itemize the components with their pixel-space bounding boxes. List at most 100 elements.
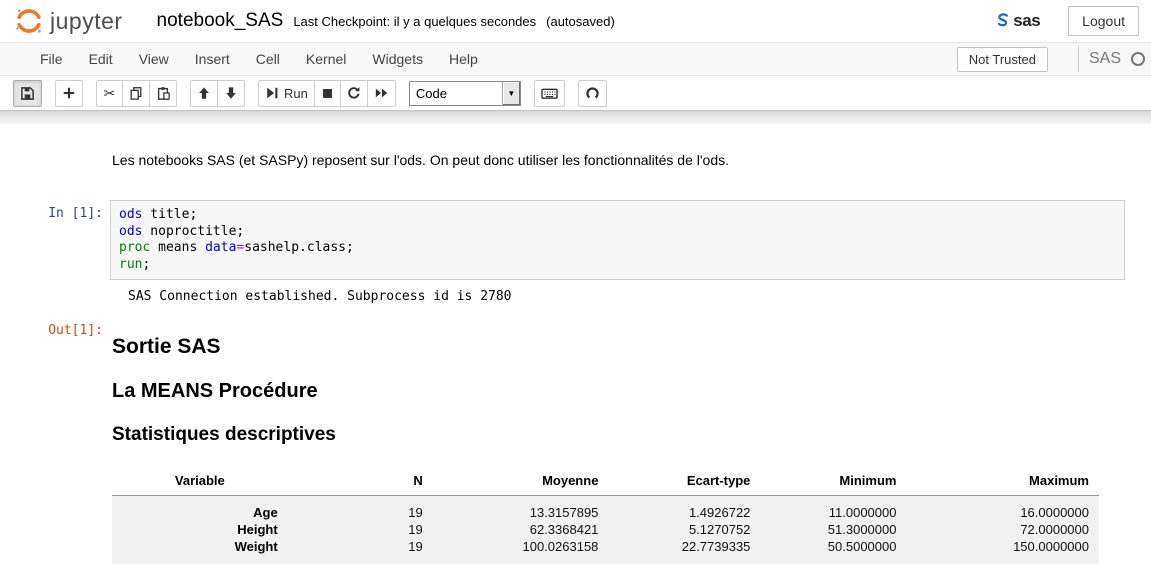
kernel-idle-icon [1131, 52, 1145, 66]
interrupt-kernel-button[interactable] [314, 80, 341, 107]
column-header-maximum: Maximum [906, 469, 1099, 496]
cell-value: 5.1270752 [608, 521, 760, 538]
row-label: Height [112, 521, 288, 538]
command-palette-button[interactable] [534, 80, 565, 107]
jupyter-logo-icon [14, 6, 44, 36]
sas-heading-1: La MEANS Procédure [112, 380, 1125, 403]
restart-kernel-icon [347, 86, 361, 100]
run-cell-button[interactable]: Run [258, 80, 315, 107]
run-button-label: Run [284, 86, 308, 101]
column-header-ecart-type: Ecart-type [608, 469, 760, 496]
cell-value: 100.0263158 [433, 538, 609, 564]
code-input-area[interactable]: ods title;ods noproctitle;proc means dat… [110, 200, 1125, 280]
not-trusted-button[interactable]: Not Trusted [957, 47, 1048, 72]
markdown-cell[interactable]: Les notebooks SAS (et SASPy) reposent su… [112, 152, 1125, 168]
output-cell: Out[1]: Sortie SAS La MEANS Procédure Stat… [0, 320, 1151, 564]
select-arrow-box: ▼ [502, 82, 520, 105]
cell-value: 51.3000000 [760, 521, 906, 538]
autosave-status: (autosaved) [546, 14, 615, 29]
menu-item-kernel[interactable]: Kernel [293, 51, 359, 67]
restart-kernel-button[interactable] [340, 80, 368, 107]
gist-circle-icon [585, 86, 600, 101]
table-body: Age1913.31578951.492672211.000000016.000… [112, 496, 1099, 565]
cell-value: 62.3368421 [433, 521, 609, 538]
toolbar: ✂ [0, 76, 1151, 110]
move-down-icon [224, 86, 238, 100]
table-header-row: VariableNMoyenneEcart-typeMinimumMaximum [112, 469, 1099, 496]
menu-item-insert[interactable]: Insert [182, 51, 243, 67]
column-header-variable: Variable [112, 469, 288, 496]
code-line: proc means data=sashelp.class; [119, 240, 1116, 257]
sas-logo: sas [994, 11, 1040, 31]
menubar: FileEditViewInsertCellKernelWidgetsHelp … [0, 42, 1151, 76]
paste-cell-button[interactable] [149, 80, 177, 107]
restart-run-all-icon [374, 86, 389, 100]
cell-value: 1.4926722 [608, 496, 760, 522]
checkpoint-status: Last Checkpoint: il y a quelques seconde… [293, 14, 536, 29]
sas-logo-icon [994, 12, 1012, 30]
chevron-down-icon: ▼ [507, 89, 515, 98]
table-row: Age1913.31578951.492672211.000000016.000… [112, 496, 1099, 522]
notebook-container: Les notebooks SAS (et SASPy) reposent su… [0, 124, 1151, 564]
sas-heading-2: Statistiques descriptives [112, 424, 1125, 446]
sas-output-headings: Sortie SAS La MEANS Procédure Statistiques… [112, 335, 1125, 446]
notebook-title[interactable]: notebook_SAS [157, 10, 284, 32]
add-cell-icon [62, 86, 76, 100]
command-palette-keyboard-icon [541, 86, 558, 101]
gist-button[interactable] [578, 80, 607, 107]
stream-output: SAS Connection established. Subprocess i… [128, 289, 1125, 304]
cell-value: 50.5000000 [760, 538, 906, 564]
menu-item-edit[interactable]: Edit [76, 51, 126, 67]
cell-value: 19 [288, 496, 433, 522]
insert-cell-button[interactable] [55, 80, 83, 107]
jupyter-logo[interactable]: jupyter [14, 6, 123, 36]
output-prompt: Out[1]: [0, 320, 110, 564]
copy-cell-button[interactable] [122, 80, 150, 107]
code-editor[interactable]: ods title;ods noproctitle;proc means dat… [119, 207, 1116, 273]
run-icon [265, 86, 279, 100]
sas-results-table: VariableNMoyenneEcart-typeMinimumMaximum… [112, 469, 1099, 564]
menu-item-help[interactable]: Help [436, 51, 491, 67]
input-prompt: In [1]: [0, 200, 110, 280]
menu-items: FileEditViewInsertCellKernelWidgetsHelp [27, 51, 491, 67]
output-area: Sortie SAS La MEANS Procédure Statistiques… [110, 320, 1125, 564]
cell-value: 72.0000000 [906, 521, 1099, 538]
menu-item-widgets[interactable]: Widgets [359, 51, 436, 67]
menu-item-cell[interactable]: Cell [243, 51, 293, 67]
restart-run-all-button[interactable] [367, 80, 396, 107]
cell-value: 19 [288, 521, 433, 538]
column-header-moyenne: Moyenne [433, 469, 609, 496]
column-header-n: N [288, 469, 433, 496]
cell-value: 19 [288, 538, 433, 564]
cell-type-select[interactable]: Code ▼ [409, 81, 521, 106]
row-label: Weight [112, 538, 288, 564]
cell-value: 13.3157895 [433, 496, 609, 522]
move-cell-up-button[interactable] [190, 80, 218, 107]
menu-item-view[interactable]: View [126, 51, 182, 67]
header-shadow [0, 110, 1151, 124]
cell-value: 150.0000000 [906, 538, 1099, 564]
table-row: Weight19100.026315822.773933550.50000001… [112, 538, 1099, 564]
sas-heading-0: Sortie SAS [112, 335, 1125, 359]
jupyter-logo-text: jupyter [50, 8, 123, 35]
menu-item-file[interactable]: File [27, 51, 76, 67]
code-cell: In [1]: ods title;ods noproctitle;proc m… [0, 200, 1151, 280]
stop-icon [321, 87, 334, 100]
column-header-minimum: Minimum [760, 469, 906, 496]
code-line: ods noproctitle; [119, 224, 1116, 241]
cell-value: 22.7739335 [608, 538, 760, 564]
notebook-header: jupyter notebook_SAS Last Checkpoint: il… [0, 0, 1151, 42]
move-up-icon [197, 86, 211, 100]
table-row: Height1962.33684215.127075251.300000072.… [112, 521, 1099, 538]
cut-icon: ✂ [104, 86, 116, 100]
paste-icon [156, 86, 170, 100]
row-label: Age [112, 496, 288, 522]
code-line: ods title; [119, 207, 1116, 224]
logout-button[interactable]: Logout [1068, 6, 1139, 36]
cut-cell-button[interactable]: ✂ [96, 80, 123, 107]
move-cell-down-button[interactable] [217, 80, 245, 107]
menu-divider [1078, 46, 1079, 72]
sas-logo-text: sas [1013, 11, 1040, 31]
save-icon [20, 86, 35, 101]
save-button[interactable] [13, 80, 42, 107]
